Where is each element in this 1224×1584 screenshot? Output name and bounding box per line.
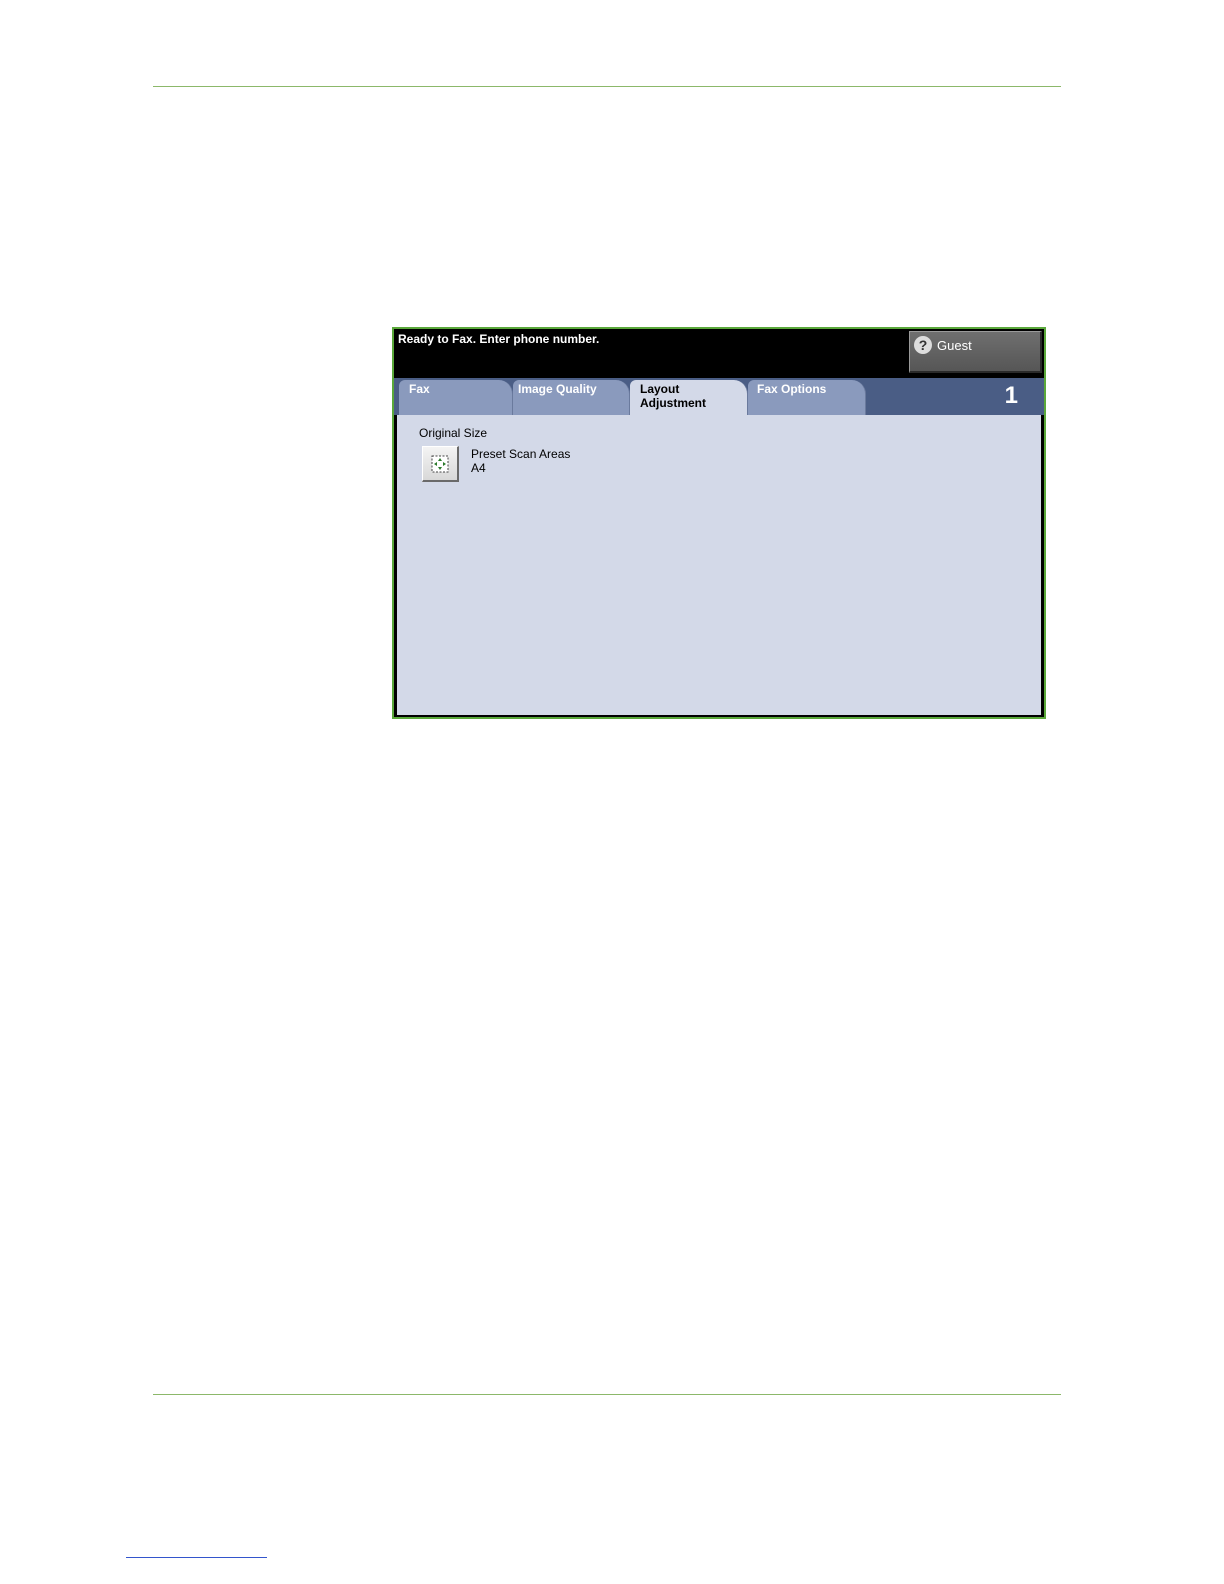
tab-fax-options-label: Fax Options xyxy=(757,382,827,396)
help-question-icon: ? xyxy=(914,336,932,354)
tab-bar: Fax Image Quality Layout Adjustment Fax … xyxy=(394,378,1044,417)
tab-fax-options[interactable]: Fax Options xyxy=(748,380,866,415)
tab-image-quality-label: Image Quality xyxy=(518,382,597,396)
status-message: Ready to Fax. Enter phone number. xyxy=(398,332,600,346)
original-size-button[interactable] xyxy=(422,446,459,482)
tab-fax[interactable]: Fax xyxy=(399,380,513,415)
tab-image-quality[interactable]: Image Quality xyxy=(513,380,630,415)
footer-rule xyxy=(153,1394,1061,1395)
guest-button[interactable]: ? Guest xyxy=(909,331,1042,373)
tab-fax-label: Fax xyxy=(409,382,430,396)
original-size-icon xyxy=(431,455,449,473)
layout-adjustment-panel: Original Size Preset Scan Areas A4 xyxy=(397,415,1041,715)
fax-touchscreen: Ready to Fax. Enter phone number. ? Gues… xyxy=(392,327,1046,719)
status-bar: Ready to Fax. Enter phone number. ? Gues… xyxy=(394,329,1044,378)
tab-layout-adjustment-label-line2: Adjustment xyxy=(640,396,706,410)
guest-label: Guest xyxy=(937,338,972,353)
original-size-title: Original Size xyxy=(419,426,488,440)
tab-layout-adjustment-label-line1: Layout xyxy=(640,382,680,396)
original-size-option-value: A4 xyxy=(471,461,486,475)
original-size-option-name: Preset Scan Areas xyxy=(471,447,571,461)
footnote-link-underline xyxy=(126,1557,267,1558)
header-rule xyxy=(153,86,1061,87)
tab-layout-adjustment[interactable]: Layout Adjustment xyxy=(630,380,748,417)
page-indicator: 1 xyxy=(1004,382,1018,409)
